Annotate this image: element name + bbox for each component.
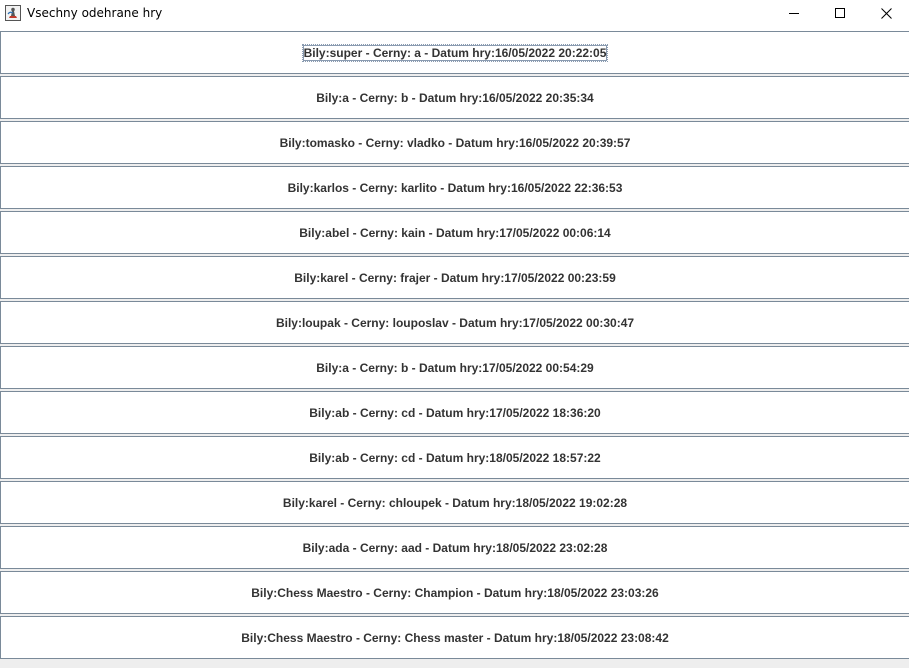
game-row-label: Bily:karlos - Cerny: karlito - Datum hry… [287, 180, 623, 195]
game-row-button[interactable]: Bily:super - Cerny: a - Datum hry:16/05/… [0, 31, 909, 74]
window-title: Vsechny odehrane hry [27, 6, 163, 20]
game-row-button[interactable]: Bily:karel - Cerny: frajer - Datum hry:1… [0, 256, 909, 299]
game-row-button[interactable]: Bily:karlos - Cerny: karlito - Datum hry… [0, 166, 909, 209]
game-row-button[interactable]: Bily:ada - Cerny: aad - Datum hry:18/05/… [0, 526, 909, 569]
window-controls [771, 0, 909, 26]
java-app-icon[interactable] [5, 5, 21, 21]
game-row-button[interactable]: Bily:karel - Cerny: chloupek - Datum hry… [0, 481, 909, 524]
title-bar[interactable]: Vsechny odehrane hry [0, 0, 909, 26]
game-row-button[interactable]: Bily:ab - Cerny: cd - Datum hry:18/05/20… [0, 436, 909, 479]
game-row-label: Bily:abel - Cerny: kain - Datum hry:17/0… [299, 225, 611, 240]
game-row-button[interactable]: Bily:loupak - Cerny: louposlav - Datum h… [0, 301, 909, 344]
game-row-button[interactable]: Bily:Chess Maestro - Cerny: Champion - D… [0, 571, 909, 614]
game-row-label: Bily:ab - Cerny: cd - Datum hry:18/05/20… [309, 450, 601, 465]
game-row-label: Bily:super - Cerny: a - Datum hry:16/05/… [301, 43, 609, 62]
maximize-icon [835, 8, 845, 18]
game-row-label: Bily:karel - Cerny: chloupek - Datum hry… [282, 495, 628, 510]
game-row-label: Bily:loupak - Cerny: louposlav - Datum h… [275, 315, 635, 330]
game-row-button[interactable]: Bily:ab - Cerny: cd - Datum hry:17/05/20… [0, 391, 909, 434]
game-row-button[interactable]: Bily:a - Cerny: b - Datum hry:17/05/2022… [0, 346, 909, 389]
game-row-button[interactable]: Bily:abel - Cerny: kain - Datum hry:17/0… [0, 211, 909, 254]
game-row-label: Bily:ab - Cerny: cd - Datum hry:17/05/20… [309, 405, 601, 420]
game-row-label: Bily:a - Cerny: b - Datum hry:17/05/2022… [316, 360, 594, 375]
app-window: Vsechny odehrane hry Bily:super - Cerny:… [0, 0, 909, 668]
game-row-button[interactable]: Bily:Chess Maestro - Cerny: Chess master… [0, 616, 909, 659]
game-row-button[interactable]: Bily:tomasko - Cerny: vladko - Datum hry… [0, 121, 909, 164]
games-list: Bily:super - Cerny: a - Datum hry:16/05/… [0, 31, 909, 668]
game-row-label: Bily:tomasko - Cerny: vladko - Datum hry… [279, 135, 631, 150]
maximize-button[interactable] [817, 0, 863, 26]
game-row-label: Bily:Chess Maestro - Cerny: Chess master… [241, 630, 669, 645]
game-row-label: Bily:karel - Cerny: frajer - Datum hry:1… [294, 270, 616, 285]
close-icon [880, 7, 892, 19]
close-button[interactable] [863, 0, 909, 26]
game-row-label: Bily:ada - Cerny: aad - Datum hry:18/05/… [302, 540, 608, 555]
game-row-label: Bily:Chess Maestro - Cerny: Champion - D… [251, 585, 659, 600]
game-row-label: Bily:a - Cerny: b - Datum hry:16/05/2022… [316, 90, 594, 105]
minimize-button[interactable] [771, 0, 817, 26]
minimize-icon [789, 13, 799, 14]
game-row-button[interactable]: Bily:a - Cerny: b - Datum hry:16/05/2022… [0, 76, 909, 119]
